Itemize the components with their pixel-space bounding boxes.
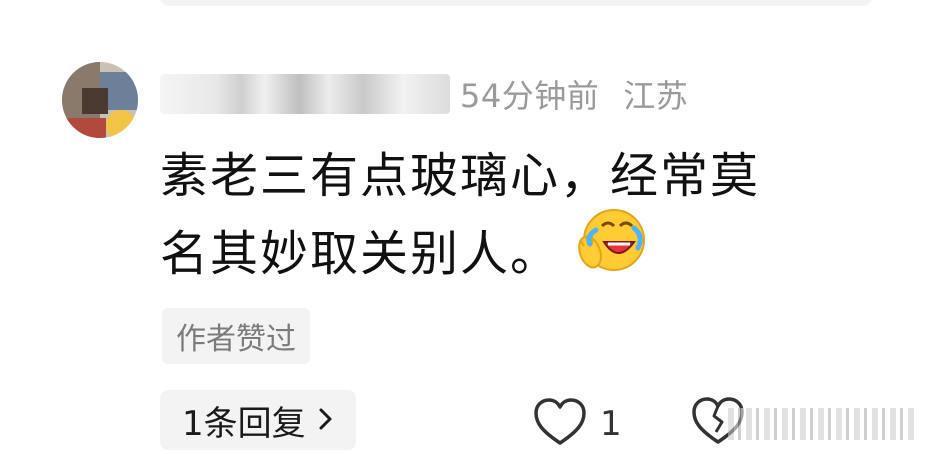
laughing-crying-emoji-icon	[572, 206, 646, 296]
comment-meta: 54分钟前 江苏	[160, 66, 688, 122]
author-liked-label: 作者赞过	[176, 322, 296, 357]
username-redacted[interactable]	[160, 74, 450, 114]
comment-time: 54分钟前	[460, 77, 600, 115]
comment-text-line1: 素老三有点玻璃心，经常莫	[160, 148, 761, 204]
like-button[interactable]: 1	[532, 396, 622, 452]
like-count: 1	[600, 404, 622, 444]
author-liked-badge: 作者赞过	[162, 308, 310, 364]
comment-body: 素老三有点玻璃心，经常莫 名其妙取关别人。	[160, 140, 900, 302]
heart-outline-icon	[532, 397, 588, 451]
view-replies-label: 1条回复	[182, 403, 306, 444]
view-replies-button[interactable]: 1条回复	[160, 390, 356, 450]
avatar[interactable]	[62, 62, 138, 138]
comment-location: 江苏	[623, 77, 689, 115]
watermark	[728, 408, 918, 440]
comment-text-line2: 名其妙取关别人。	[160, 226, 561, 282]
chevron-right-icon	[318, 400, 334, 440]
previous-card-edge	[160, 0, 872, 6]
